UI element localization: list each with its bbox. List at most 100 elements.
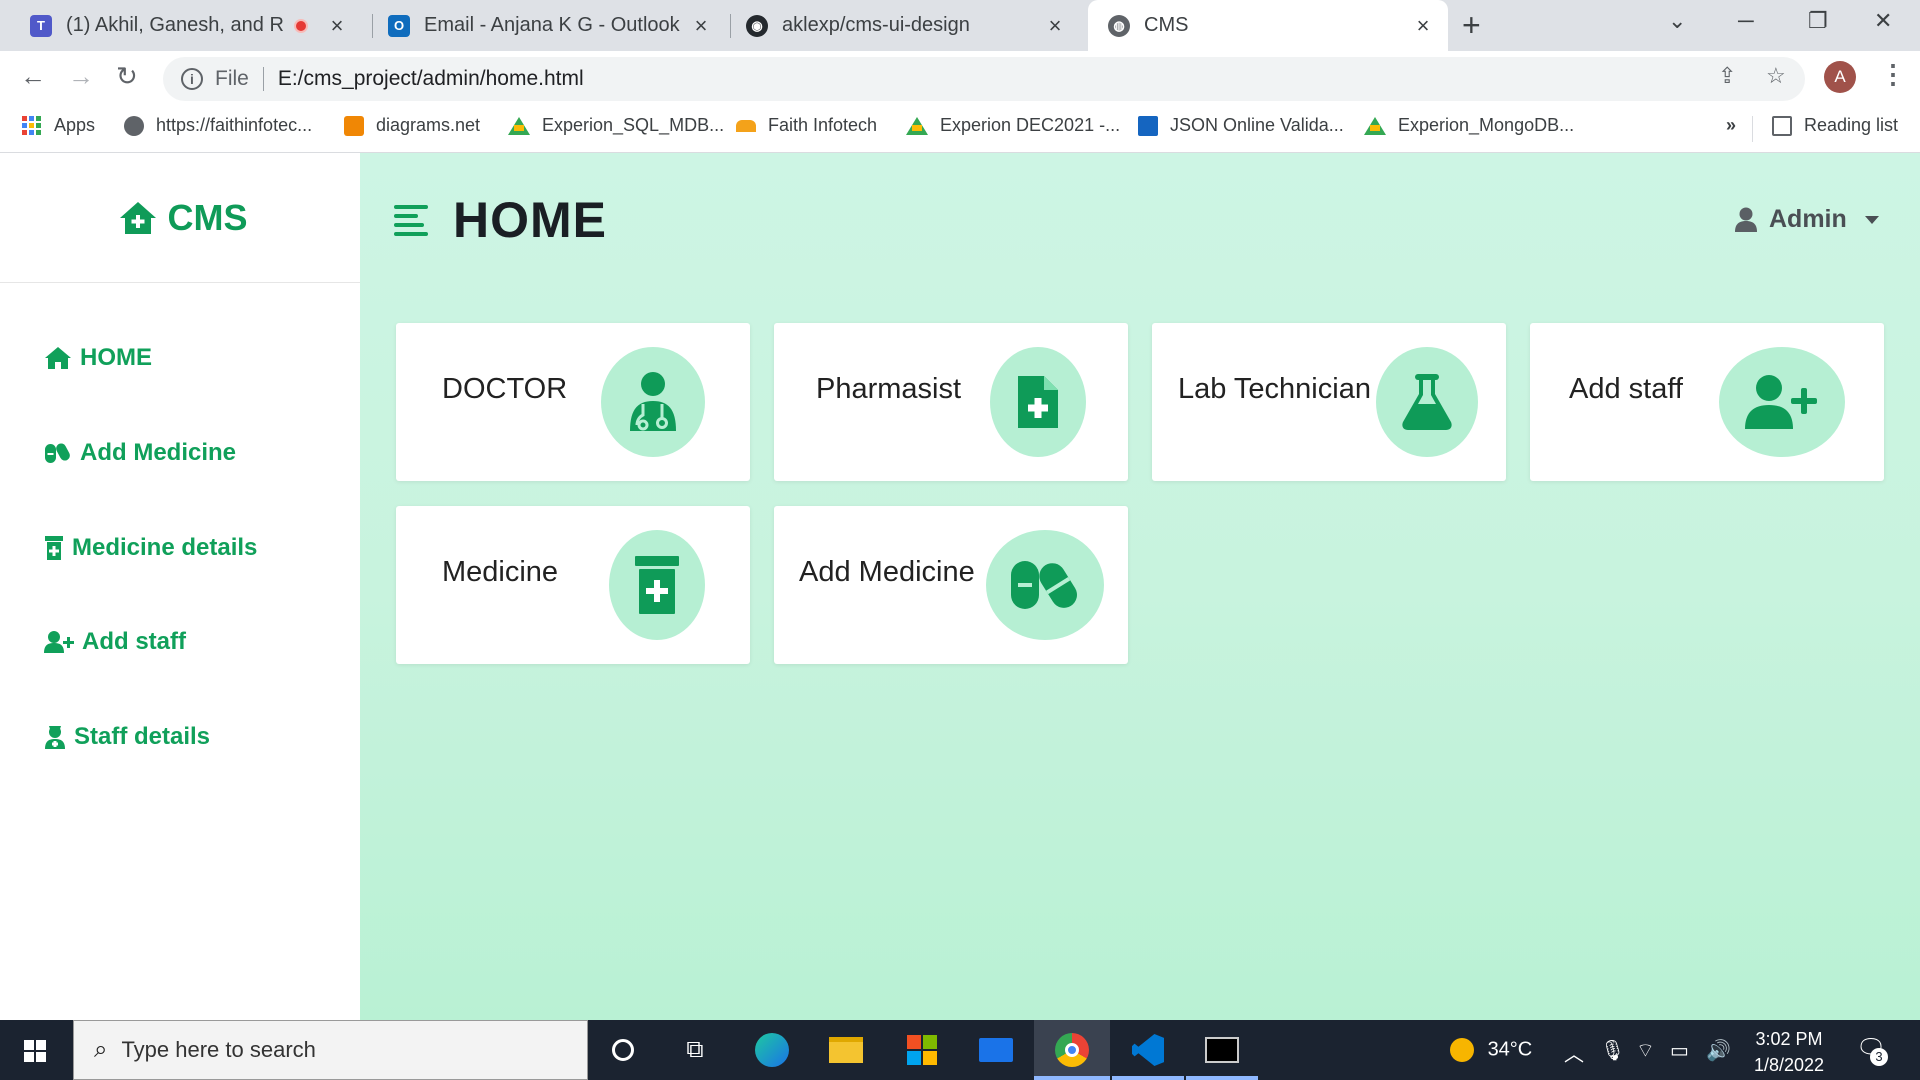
- card-lab-technician[interactable]: Lab Technician: [1152, 323, 1506, 481]
- edge-icon[interactable]: [752, 1030, 792, 1070]
- clock-time: 3:02 PM: [1755, 1029, 1823, 1049]
- card-label: Pharmasist: [816, 373, 962, 405]
- windows-start-icon[interactable]: [24, 1040, 46, 1062]
- battery-icon[interactable]: ▭: [1670, 1038, 1689, 1063]
- bookmark-apps[interactable]: Apps: [22, 115, 95, 136]
- tab-search-icon[interactable]: ⌄: [1668, 8, 1686, 34]
- share-icon[interactable]: ⇪: [1718, 63, 1736, 89]
- bookmarks-divider: [1752, 116, 1753, 142]
- user-name: Admin: [1769, 205, 1847, 233]
- close-tab-icon[interactable]: ×: [1044, 13, 1066, 39]
- sidebar-item-home[interactable]: HOME: [44, 344, 152, 372]
- menu-toggle-icon[interactable]: [394, 205, 428, 236]
- taskbar-search-box[interactable]: ⌕ Type here to search: [73, 1020, 588, 1080]
- chrome-icon[interactable]: [1052, 1030, 1092, 1070]
- bookmark-diagrams[interactable]: diagrams.net: [344, 115, 480, 136]
- bookmark-experion-dec2021[interactable]: Experion DEC2021 -...: [906, 115, 1120, 136]
- tab-title: aklexp/cms-ui-design: [782, 14, 970, 36]
- browser-toolbar: ← → ↻ i File E:/cms_project/admin/home.h…: [0, 51, 1920, 106]
- bookmark-experion-sql[interactable]: Experion_SQL_MDB...: [508, 115, 724, 136]
- file-explorer-icon[interactable]: [826, 1030, 866, 1070]
- bookmark-faith-infotech[interactable]: Faith Infotech: [736, 115, 877, 136]
- bookmarks-bar: Apps https://faithinfotec... diagrams.ne…: [0, 106, 1920, 153]
- reading-list-button[interactable]: Reading list: [1772, 115, 1898, 136]
- sidebar-item-add-medicine[interactable]: Add Medicine: [44, 439, 236, 467]
- forward-button[interactable]: →: [68, 61, 94, 92]
- close-tab-icon[interactable]: ×: [690, 13, 712, 39]
- address-bar[interactable]: i File E:/cms_project/admin/home.html: [163, 57, 1805, 101]
- card-label: Add Medicine: [799, 556, 975, 588]
- terminal-icon[interactable]: [1202, 1030, 1242, 1070]
- bookmark-label: Experion_MongoDB...: [1398, 115, 1575, 135]
- tab-title: CMS: [1144, 14, 1189, 36]
- user-plus-icon: [1719, 347, 1845, 457]
- card-medicine[interactable]: Medicine: [396, 506, 750, 664]
- brand-logo[interactable]: CMS: [0, 153, 360, 283]
- globe-icon: ◍: [1108, 14, 1130, 37]
- teams-icon: T: [30, 14, 52, 37]
- apps-grid-icon: [22, 115, 42, 136]
- tab-outlook[interactable]: O Email - Anjana K G - Outlook ×: [372, 0, 726, 51]
- main-content: HOME Admin DOCTOR Pharmasist Lab Technic…: [360, 153, 1920, 1020]
- mail-icon[interactable]: [976, 1030, 1016, 1070]
- restore-button[interactable]: ❐: [1808, 8, 1828, 34]
- task-view-icon[interactable]: ⧉: [675, 1030, 715, 1070]
- reading-list-label: Reading list: [1804, 115, 1899, 135]
- tab-cms[interactable]: ◍ CMS ×: [1088, 0, 1448, 51]
- terminal-indicator: [1186, 1076, 1258, 1080]
- bookmark-experion-mongodb[interactable]: Experion_MongoDB...: [1364, 115, 1574, 136]
- capsules-icon: [45, 443, 70, 463]
- google-drive-icon: [906, 116, 928, 135]
- reading-list-icon: [1772, 115, 1792, 136]
- minimize-button[interactable]: ─: [1738, 8, 1754, 34]
- flask-icon: [1376, 347, 1478, 457]
- scheme-label: File: [215, 67, 249, 90]
- tab-github[interactable]: ◉ aklexp/cms-ui-design ×: [730, 0, 1080, 51]
- user-plus-icon: [44, 631, 74, 653]
- vscode-indicator: [1112, 1076, 1184, 1080]
- search-icon: ⌕: [94, 1036, 108, 1063]
- browser-menu-icon[interactable]: ⋮: [1880, 59, 1906, 90]
- bookmark-label: Experion_SQL_MDB...: [542, 115, 725, 135]
- reload-button[interactable]: ↻: [116, 61, 138, 92]
- sidebar-item-staff-details[interactable]: Staff details: [44, 723, 210, 751]
- weather-icon: [1450, 1038, 1474, 1062]
- card-add-staff[interactable]: Add staff: [1530, 323, 1884, 481]
- card-add-medicine[interactable]: Add Medicine: [774, 506, 1128, 664]
- sidebar-item-label: Add Medicine: [80, 439, 237, 466]
- cortana-icon[interactable]: [603, 1030, 643, 1070]
- user-menu-dropdown[interactable]: Admin: [1735, 205, 1879, 234]
- wifi-icon[interactable]: ⌔: [1636, 1038, 1655, 1063]
- weather-widget[interactable]: 34°C: [1450, 1038, 1532, 1062]
- microphone-icon[interactable]: 🎙: [1600, 1038, 1625, 1063]
- volume-icon[interactable]: 🔊: [1706, 1038, 1731, 1063]
- tab-teams[interactable]: T (1) Akhil, Ganesh, and Risvan ×: [0, 0, 362, 51]
- back-button[interactable]: ←: [20, 61, 46, 92]
- card-pharmasist[interactable]: Pharmasist: [774, 323, 1128, 481]
- show-hidden-icons-icon[interactable]: ︿: [1564, 1038, 1584, 1067]
- bookmark-faithinfotech-url[interactable]: https://faithinfotec...: [124, 115, 312, 136]
- card-doctor[interactable]: DOCTOR: [396, 323, 750, 481]
- new-tab-button[interactable]: +: [1462, 8, 1481, 42]
- microsoft-store-icon[interactable]: [902, 1030, 942, 1070]
- taskbar-clock[interactable]: 3:02 PM 1/8/2022: [1754, 1026, 1824, 1078]
- clinic-home-icon: [119, 201, 156, 234]
- sidebar-item-add-staff[interactable]: Add staff: [44, 628, 186, 656]
- notifications-icon[interactable]: 🗨 3: [1856, 1034, 1888, 1066]
- bookmark-json-validator[interactable]: JSON Online Valida...: [1138, 115, 1344, 136]
- url-text[interactable]: E:/cms_project/admin/home.html: [278, 67, 584, 91]
- google-drive-icon: [508, 116, 530, 135]
- close-window-button[interactable]: ✕: [1874, 8, 1892, 34]
- bookmark-star-icon[interactable]: ☆: [1766, 63, 1786, 89]
- bookmark-label: Apps: [54, 115, 96, 135]
- vscode-icon[interactable]: [1128, 1030, 1168, 1070]
- info-icon[interactable]: i: [181, 68, 203, 90]
- profile-avatar[interactable]: A: [1824, 61, 1856, 93]
- sidebar-item-medicine-details[interactable]: Medicine details: [44, 534, 257, 562]
- close-tab-icon[interactable]: ×: [326, 13, 348, 39]
- bookmark-label: JSON Online Valida...: [1170, 115, 1344, 135]
- active-app-indicator: [1034, 1076, 1110, 1080]
- close-tab-icon[interactable]: ×: [1412, 13, 1434, 39]
- bookmarks-overflow-button[interactable]: »: [1726, 115, 1736, 136]
- github-icon: ◉: [746, 14, 768, 37]
